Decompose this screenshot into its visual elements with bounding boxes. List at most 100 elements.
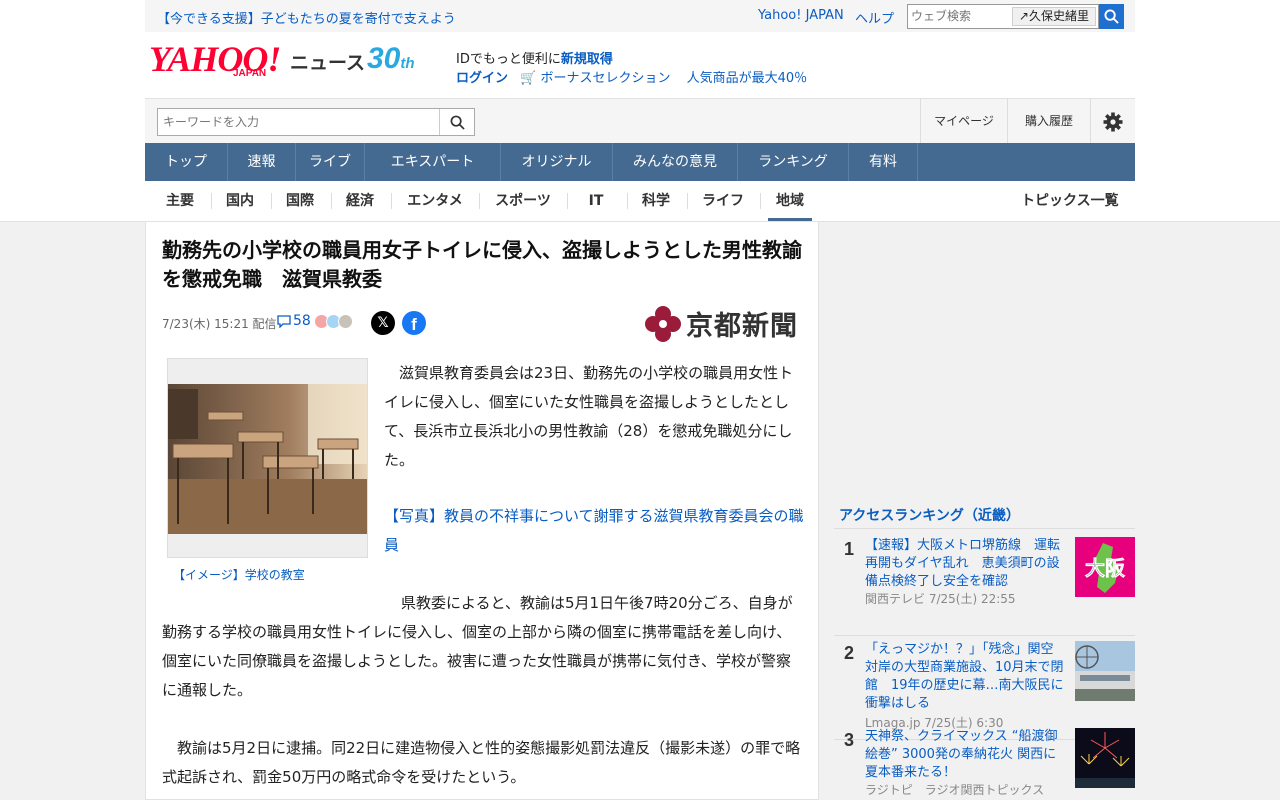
ranking-divider bbox=[834, 528, 1135, 529]
id-promo-line: IDでもっと便利に新規取得 bbox=[456, 48, 613, 67]
anniversary-number: 30 bbox=[367, 42, 401, 75]
sub-nav-divider bbox=[211, 193, 212, 209]
register-link[interactable]: 新規取得 bbox=[561, 52, 613, 67]
ranking-title[interactable]: アクセスランキング（近畿） bbox=[839, 505, 1020, 525]
mall-photo-thumbnail bbox=[1075, 641, 1135, 701]
topics-list-link[interactable]: トピックス一覧 bbox=[1021, 181, 1119, 221]
sub-nav-divider bbox=[331, 193, 332, 209]
reaction-icons[interactable] bbox=[314, 314, 353, 329]
mypage-link[interactable]: マイページ bbox=[920, 99, 1007, 144]
sub-nav-entertainment[interactable]: エンタメ bbox=[397, 181, 473, 221]
nav-tab-breaking[interactable]: 速報 bbox=[228, 143, 296, 181]
popular-items-link[interactable]: 人気商品が最大40％ bbox=[687, 71, 808, 86]
yahoo-logo-japan: JAPAN bbox=[233, 68, 267, 79]
facebook-share-button[interactable]: f bbox=[402, 311, 426, 335]
article-headline: 勤務先の小学校の職員用女子トイレに侵入、盗撮しようとした男性教諭を懲戒免職 滋賀… bbox=[162, 238, 802, 291]
keyword-search-box bbox=[157, 108, 475, 136]
nav-tab-original[interactable]: オリジナル bbox=[501, 143, 613, 181]
suggest-label: 久保史緒里 bbox=[1028, 9, 1089, 23]
web-search-input[interactable] bbox=[911, 9, 1011, 23]
publisher-logo[interactable]: 京都新聞 bbox=[645, 304, 798, 343]
search-row: マイページ 購入履歴 bbox=[145, 98, 1135, 144]
nav-tab-live[interactable]: ライブ bbox=[296, 143, 365, 181]
comments-link[interactable]: 58 bbox=[277, 313, 311, 329]
login-link[interactable]: ログイン bbox=[456, 71, 508, 86]
bonus-selection-link[interactable]: ボーナスセレクション bbox=[540, 71, 670, 86]
facebook-logo-icon: f bbox=[411, 315, 417, 334]
search-icon bbox=[1104, 9, 1119, 24]
thumbnail-label: 大阪 bbox=[1085, 556, 1126, 580]
yahoo-japan-link[interactable]: Yahoo! JAPAN bbox=[758, 8, 844, 23]
help-link[interactable]: ヘルプ bbox=[855, 8, 894, 27]
sub-nav-international[interactable]: 国際 bbox=[277, 181, 323, 221]
kyoto-shimbun-mark-icon bbox=[645, 305, 681, 342]
sub-nav-divider bbox=[479, 193, 480, 209]
sub-nav-sports[interactable]: スポーツ bbox=[485, 181, 561, 221]
rank-number: 2 bbox=[844, 643, 855, 663]
delivered-label: 配信 bbox=[252, 317, 277, 331]
osaka-map-thumbnail: 大阪 bbox=[1075, 537, 1135, 597]
sub-nav: 主要 国内 国際 経済 エンタメ スポーツ IT 科学 ライフ 地域 トピックス… bbox=[145, 181, 1135, 221]
photo-caption[interactable]: 【イメージ】学校の教室 bbox=[173, 566, 305, 583]
gear-icon bbox=[1103, 112, 1123, 131]
comment-icon bbox=[277, 314, 291, 328]
article-photo[interactable] bbox=[167, 358, 368, 558]
anniversary-badge: 30th bbox=[367, 42, 415, 76]
sub-nav-domestic[interactable]: 国内 bbox=[217, 181, 263, 221]
ranking-thumbnail[interactable] bbox=[1075, 641, 1135, 701]
nav-tab-opinions[interactable]: みんなの意見 bbox=[613, 143, 738, 181]
purchase-history-link[interactable]: 購入履歴 bbox=[1007, 99, 1090, 144]
ranking-thumbnail[interactable]: 大阪 bbox=[1075, 537, 1135, 597]
article-meta: 7/23(木) 15:21 配信 bbox=[162, 315, 277, 332]
sub-nav-divider bbox=[627, 193, 628, 209]
logo-row: YAHOO! JAPAN ニュース 30th IDでもっと便利に新規取得 ログイ… bbox=[145, 32, 1135, 98]
ranking-headline[interactable]: 天神祭、クライマックス “船渡御絵巻” 3000発の奉納花火 関西に夏本番来たる… bbox=[865, 728, 1065, 782]
ranking-headline[interactable]: 【速報】大阪メトロ堺筋線 運転再開もダイヤ乱れ 恵美須町の設備点検終了し安全を確… bbox=[865, 537, 1065, 591]
promo-link[interactable]: 【今できる支援】子どもたちの夏を寄付で支えよう bbox=[157, 8, 456, 27]
sub-nav-life[interactable]: ライフ bbox=[693, 181, 753, 221]
sub-nav-economy[interactable]: 経済 bbox=[337, 181, 383, 221]
sub-nav-divider bbox=[760, 193, 761, 209]
fireworks-photo-thumbnail bbox=[1075, 728, 1135, 788]
sub-nav-local[interactable]: 地域 bbox=[768, 181, 812, 221]
reaction-thinking-icon bbox=[338, 314, 353, 329]
nav-tab-expert[interactable]: エキスパート bbox=[365, 143, 501, 181]
settings-button[interactable] bbox=[1090, 99, 1135, 144]
search-suggest-chip[interactable]: ↗久保史緒里 bbox=[1011, 7, 1096, 26]
ranking-thumbnail[interactable] bbox=[1075, 728, 1135, 788]
news-label[interactable]: ニュース bbox=[290, 48, 365, 75]
utility-bar: 【今できる支援】子どもたちの夏を寄付で支えよう Yahoo! JAPAN ヘルプ… bbox=[145, 0, 1135, 32]
access-ranking: アクセスランキング（近畿） 1 【速報】大阪メトロ堺筋線 運転再開もダイヤ乱れ … bbox=[834, 495, 1135, 800]
sub-nav-divider bbox=[687, 193, 688, 209]
photo-gallery-link[interactable]: 【写真】教員の不祥事について謝罪する滋賀県教育委員会の職員 bbox=[384, 502, 804, 560]
nav-tab-ranking[interactable]: ランキング bbox=[738, 143, 849, 181]
publisher-name: 京都新聞 bbox=[686, 311, 798, 342]
keyword-search-button[interactable] bbox=[439, 109, 474, 135]
article-paragraph: 教諭は5月2日に逮捕。同22日に建造物侵入と性的姿態撮影処罰法違反（撮影未遂）の… bbox=[162, 739, 801, 786]
sub-nav-science[interactable]: 科学 bbox=[633, 181, 679, 221]
keyword-input[interactable] bbox=[163, 115, 423, 129]
sub-nav-it[interactable]: IT bbox=[573, 181, 619, 221]
cart-icon: 🛒 bbox=[520, 71, 537, 86]
id-promo-text: IDでもっと便利に bbox=[456, 52, 561, 67]
ranking-source: 関西テレビ 7/25(土) 22:55 bbox=[865, 592, 1016, 606]
comment-count: 58 bbox=[293, 313, 311, 329]
article: 勤務先の小学校の職員用女子トイレに侵入、盗撮しようとした男性教諭を懲戒免職 滋賀… bbox=[145, 222, 819, 800]
article-date: 7/23(木) 15:21 bbox=[162, 317, 249, 331]
ranking-headline[interactable]: 「えっマジか！？」「残念」関空対岸の大型商業施設、10月末で閉館 19年の歴史に… bbox=[865, 641, 1065, 713]
ranking-source: ラジトピ ラジオ関西トピックス bbox=[865, 783, 1045, 797]
article-paragraph: 県教委によると、教諭は5月1日午後7時20分ごろ、自身が勤務する学校の職員用女性… bbox=[162, 594, 793, 699]
anniversary-suffix: th bbox=[400, 55, 415, 72]
ranking-item[interactable]: 3 天神祭、クライマックス “船渡御絵巻” 3000発の奉納花火 関西に夏本番来… bbox=[834, 723, 1135, 800]
search-icon bbox=[450, 115, 465, 130]
x-share-button[interactable]: 𝕏 bbox=[371, 311, 395, 335]
rank-number: 1 bbox=[844, 539, 855, 559]
web-search-button[interactable] bbox=[1099, 4, 1124, 29]
login-line: ログイン 🛒 ボーナスセレクション 人気商品が最大40％ bbox=[456, 67, 807, 86]
nav-tab-paid[interactable]: 有料 bbox=[849, 143, 918, 181]
nav-tab-top[interactable]: トップ bbox=[145, 143, 228, 181]
ranking-item[interactable]: 1 【速報】大阪メトロ堺筋線 運転再開もダイヤ乱れ 恵美須町の設備点検終了し安全… bbox=[834, 532, 1135, 636]
sub-nav-divider bbox=[567, 193, 568, 209]
main-nav: トップ 速報 ライブ エキスパート オリジナル みんなの意見 ランキング 有料 bbox=[145, 143, 1135, 181]
sub-nav-main[interactable]: 主要 bbox=[157, 181, 203, 221]
